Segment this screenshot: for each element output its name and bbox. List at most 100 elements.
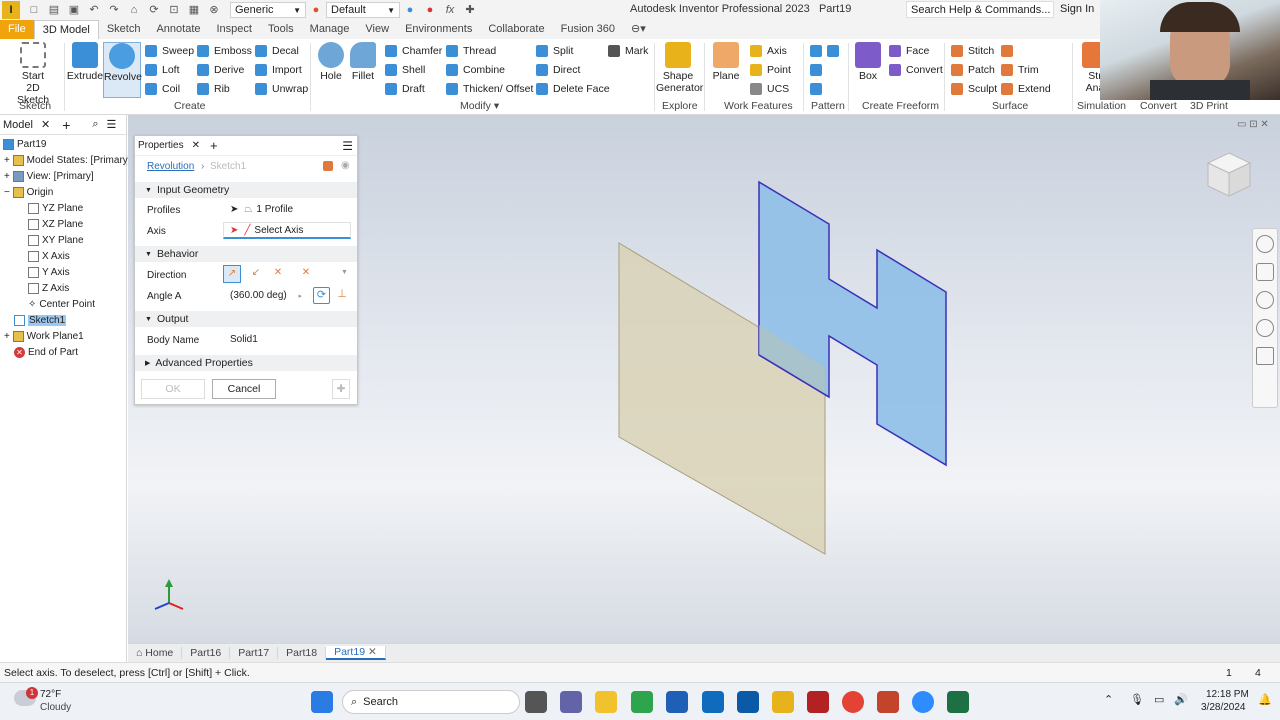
box-button[interactable]: Box [849,42,887,82]
new-icon[interactable]: □ [27,3,41,17]
doc-tab-part17[interactable]: Part17 [230,647,279,659]
excel-icon[interactable] [947,691,969,713]
plane-button[interactable]: Plane [707,42,745,82]
split-button[interactable]: Split [536,42,573,60]
home-icon[interactable]: ⌂ [127,3,141,17]
stitch-button[interactable]: Stitch [951,42,994,60]
preset-icon[interactable] [323,161,333,171]
cancel-button[interactable]: Cancel [212,379,276,399]
doc-tab-home[interactable]: ⌂ Home [128,647,183,659]
thread-button[interactable]: Thread [446,42,496,60]
steering-wheel-icon[interactable] [1256,235,1274,253]
solidworks-icon[interactable] [807,691,829,713]
tree-view[interactable]: + View: [Primary] [4,168,94,184]
mark-button[interactable]: Mark [608,42,648,60]
convert-button[interactable]: Convert [889,61,943,79]
tree-end-of-part[interactable]: ✕ End of Part [14,344,78,360]
search-icon[interactable]: ⌕ [92,118,98,131]
sweep-button[interactable]: Sweep [145,42,194,60]
ok-button[interactable]: OK [141,379,205,399]
fillet-button[interactable]: Fillet [344,42,382,82]
tree-yz-plane[interactable]: YZ Plane [28,200,83,216]
section-behavior[interactable]: ▼ Behavior [135,246,357,262]
axis-select[interactable]: ➤ ╱ Select Axis [223,222,351,239]
tree-part19[interactable]: Part19 [3,136,46,152]
tab-tools[interactable]: Tools [260,20,302,39]
notifications-icon[interactable]: 🔔 [1258,693,1272,706]
start-icon[interactable] [311,691,333,713]
feature-name[interactable]: Revolution [147,161,194,172]
trim-button[interactable]: Trim [1001,61,1039,79]
network-icon[interactable]: ▭ [1154,693,1164,706]
eye-icon[interactable]: ◉ [341,160,350,171]
tree-origin[interactable]: − Origin [4,184,53,200]
unwrap-button[interactable]: Unwrap [255,80,308,98]
full-revolution-icon[interactable]: ⟳ [313,287,330,304]
axis-button[interactable]: Axis [750,42,787,60]
ruled-surface-button[interactable] [1001,42,1018,60]
tab-environments[interactable]: Environments [397,20,480,39]
tree-y-axis[interactable]: Y Axis [28,264,70,280]
draft-button[interactable]: Draft [385,80,425,98]
direct-button[interactable]: Direct [536,61,580,79]
teams-icon[interactable] [560,691,582,713]
tab-3d-model[interactable]: 3D Model [33,19,99,40]
rect-pattern-button[interactable] [810,42,844,60]
zoom-icon[interactable] [1256,291,1274,309]
menu-icon[interactable]: ☰ [107,118,117,131]
help-search-input[interactable]: Search Help & Commands... [906,1,1054,18]
tree-center-point[interactable]: ✧ Center Point [28,296,95,312]
tree-work-plane1[interactable]: + Work Plane1 [4,328,84,344]
section-output[interactable]: ▼ Output [135,311,357,327]
tree-xy-plane[interactable]: XY Plane [28,232,84,248]
edge-icon[interactable] [631,691,653,713]
sign-in-link[interactable]: Sign In [1060,3,1094,15]
tab-annotate[interactable]: Annotate [148,20,208,39]
direction-flipped-button[interactable]: ↙ [247,265,265,283]
tab-collaborate[interactable]: Collaborate [480,20,552,39]
update-icon[interactable]: ⟳ [147,3,161,17]
profiles-select[interactable]: ➤ ⏢ 1 Profile [223,201,351,218]
tab-sketch[interactable]: Sketch [99,20,149,39]
ucs-button[interactable]: UCS [750,80,789,98]
tree-x-axis[interactable]: X Axis [28,248,70,264]
pan-icon[interactable] [1256,263,1274,281]
start-2d-sketch-button[interactable]: Start 2D Sketch [12,42,54,106]
volume-icon[interactable]: 🔊 [1174,693,1188,706]
powerpoint-icon[interactable] [877,691,899,713]
add-icon[interactable]: + [210,138,218,153]
color-icon[interactable]: ▦ [187,3,201,17]
task-view-icon[interactable] [525,691,547,713]
to-extent-icon[interactable]: ⊥ [336,287,348,304]
tray-chevron-icon[interactable]: ⌃ [1104,693,1113,706]
view-cube[interactable] [1206,150,1252,200]
tree-z-axis[interactable]: Z Axis [28,280,69,296]
point-button[interactable]: Point [750,61,791,79]
clear-appearance-icon[interactable]: ● [423,3,437,17]
thicken-offset-button[interactable]: Thicken/ Offset [446,80,533,98]
tab-manage[interactable]: Manage [302,20,358,39]
direction-symmetric-button[interactable]: ✕ [269,265,287,283]
combine-button[interactable]: Combine [446,61,505,79]
angle-input[interactable]: (360.00 deg) ▸ [223,287,305,304]
direction-asymmetric-button[interactable]: ✕ [297,265,315,283]
app-c-icon[interactable] [737,691,759,713]
undo-icon[interactable]: ↶ [87,3,101,17]
coil-button[interactable]: Coil [145,80,180,98]
appearance-select[interactable]: Default ▼ [326,2,400,18]
decal-button[interactable]: Decal [255,42,299,60]
close-icon[interactable]: ✕ [192,140,200,151]
close-icon[interactable]: ✕ [368,646,377,658]
chrome-icon[interactable] [842,691,864,713]
menu-icon[interactable]: ☰ [342,139,353,153]
face-button[interactable]: Face [889,42,929,60]
doc-tab-part18[interactable]: Part18 [278,647,327,659]
body-name-input[interactable]: Solid1 [223,331,351,348]
file-explorer-icon[interactable] [595,691,617,713]
sketch-link[interactable]: Sketch1 [210,161,246,172]
direction-dropdown-icon[interactable]: ▼ [341,269,348,276]
delete-face-button[interactable]: Delete Face [536,80,610,98]
taskbar-search-input[interactable]: ⌕ Search [342,690,520,714]
look-at-icon[interactable] [1256,347,1274,365]
doc-tab-part19[interactable]: Part19 ✕ [326,646,386,660]
